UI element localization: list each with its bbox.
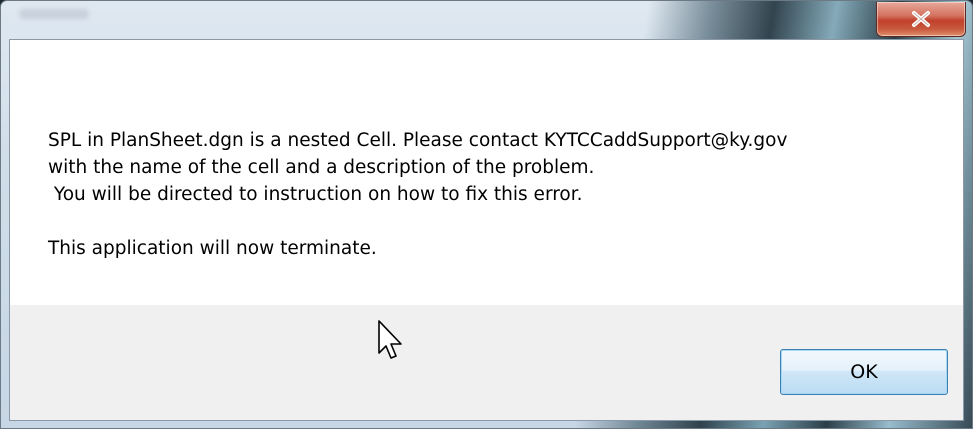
message-area: SPL in PlanSheet.dgn is a nested Cell. P…	[10, 40, 963, 305]
close-icon	[910, 10, 932, 28]
ok-button[interactable]: OK	[780, 349, 948, 395]
title-bar[interactable]	[1, 1, 972, 41]
message-text: SPL in PlanSheet.dgn is a nested Cell. P…	[48, 130, 788, 259]
button-area: OK	[10, 305, 963, 420]
dialog-client-area: SPL in PlanSheet.dgn is a nested Cell. P…	[9, 39, 964, 421]
mouse-pointer-icon	[377, 319, 407, 361]
message-dialog-window: SPL in PlanSheet.dgn is a nested Cell. P…	[0, 0, 973, 429]
window-title-blurred	[19, 9, 89, 19]
close-button[interactable]	[876, 2, 966, 37]
